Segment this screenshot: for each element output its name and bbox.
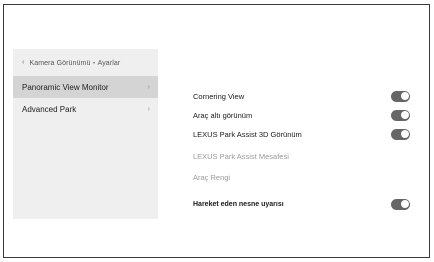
moving-object-warning-toggle[interactable] [391,198,410,210]
sidebar-item-label: Advanced Park [22,104,77,114]
cornering-view-toggle[interactable] [391,90,410,102]
setting-row-moving-object-warning[interactable]: Hareket eden nesne uyarısı [193,195,410,213]
sidebar-item-panoramic-view-monitor[interactable]: Panoramic View Monitor › [13,76,158,98]
setting-row-cornering-view[interactable]: Cornering View [193,87,410,105]
setting-label: Araç altı görünüm [193,110,253,120]
sidebar-item-label: Panoramic View Monitor [22,82,109,92]
setting-row-underbody-view[interactable]: Araç altı görünüm [193,106,410,124]
chevron-right-icon: › [147,83,150,91]
underbody-view-toggle[interactable] [391,109,410,121]
breadcrumb-label: Kamera Görünümü・Ayarlar [29,59,121,67]
chevron-right-icon: › [147,105,150,113]
display-screen: ‹ Kamera Görünümü・Ayarlar Panoramic View… [3,4,430,258]
setting-label: LEXUS Park Assist 3D Görünüm [193,129,302,139]
toggle-knob [400,130,409,138]
setting-row-vehicle-color[interactable]: Araç Rengi [193,168,410,186]
breadcrumb[interactable]: ‹ Kamera Görünümü・Ayarlar [13,49,158,76]
park-assist-3d-toggle[interactable] [391,128,410,140]
sidebar-item-advanced-park[interactable]: Advanced Park › [13,98,158,120]
setting-row-park-assist-distance[interactable]: LEXUS Park Assist Mesafesi [193,147,410,165]
toggle-knob [400,92,409,100]
back-chevron-icon[interactable]: ‹ [22,59,24,66]
settings-panel: Cornering View Araç altı görünüm LEXUS P… [158,49,420,219]
setting-label: Hareket eden nesne uyarısı [193,200,284,208]
toggle-knob [400,111,409,119]
setting-label: Araç Rengi [193,172,231,182]
toggle-knob [400,200,409,208]
setting-label: LEXUS Park Assist Mesafesi [193,151,289,161]
setting-label: Cornering View [193,91,245,101]
sidebar: ‹ Kamera Görünümü・Ayarlar Panoramic View… [13,49,158,219]
setting-row-park-assist-3d[interactable]: LEXUS Park Assist 3D Görünüm [193,125,410,143]
